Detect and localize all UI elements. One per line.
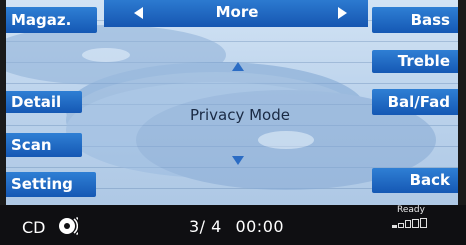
cd-changer-screen: More Magaz. Detail Scan Setting Bass Tre… [0,0,466,245]
setting-button[interactable]: Setting [6,172,96,197]
privacy-mode-label[interactable]: Privacy Mode [170,106,310,124]
back-button[interactable]: Back [372,168,458,193]
menu-title: More [215,3,259,21]
scroll-up-icon[interactable] [232,62,244,71]
prev-arrow-icon[interactable] [134,7,143,19]
scan-button[interactable]: Scan [6,133,82,157]
detail-button[interactable]: Detail [6,91,82,113]
track-number: 3/ 4 [189,217,222,236]
ready-status: Ready [397,205,425,215]
balance-fader-button[interactable]: Bal/Fad [372,89,458,115]
magazine-slots-icon [392,218,427,228]
play-time: 00:00 [235,217,285,236]
track-time-readout: 3/ 4 00:00 [189,217,284,236]
scroll-down-icon[interactable] [232,156,244,165]
bass-button[interactable]: Bass [372,7,458,33]
magazine-button[interactable]: Magaz. [6,7,97,33]
next-arrow-icon[interactable] [338,7,347,19]
cd-disc-icon [59,216,78,236]
source-label: CD [22,218,46,237]
treble-button[interactable]: Treble [372,50,458,73]
